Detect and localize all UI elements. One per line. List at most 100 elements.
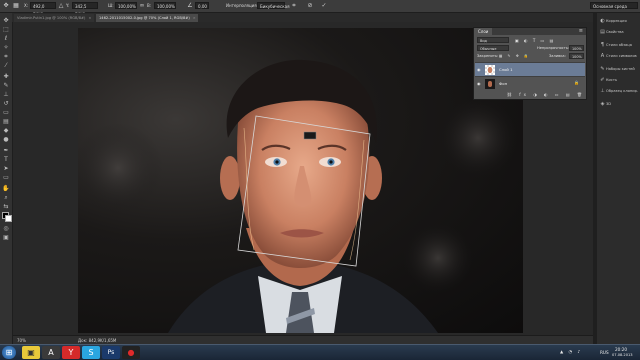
tray-icons[interactable]: ▲ ◔ ♪: [560, 349, 582, 354]
panel-menu-icon[interactable]: ≡: [579, 28, 583, 35]
link-icon[interactable]: △: [57, 2, 65, 10]
interpolation-label: Интерполяция:: [226, 3, 259, 8]
panel-3d[interactable]: ◈ 3D: [599, 100, 640, 109]
tools-panel: ✥ ⬚ ℓ ✧ ⌗ ⁄ ✚ ✎ ⊥ ↺ ▭ ▤ ◆ ● ✒ T ➤ ▭ ✋ ⌕ …: [0, 13, 13, 344]
healing-brush-tool-icon[interactable]: ✚: [2, 73, 10, 80]
layer-item-1[interactable]: ◉ Слой 1: [475, 62, 585, 76]
yandex-browser-icon[interactable]: Y: [62, 346, 80, 359]
dodge-tool-icon[interactable]: ●: [2, 136, 10, 143]
panel-character-styles[interactable]: A Стили символов: [599, 52, 640, 61]
panel-brush-presets[interactable]: ✎Наборы кистей: [599, 65, 640, 74]
height-label: В:: [147, 3, 152, 8]
width-field[interactable]: 100,00%: [115, 2, 137, 9]
paragraph-styles-icon: ¶: [600, 42, 605, 48]
blend-mode-select[interactable]: Обычные: [477, 45, 509, 51]
blend-row: Обычные Непрозрачность: 100%: [475, 45, 585, 52]
tab-document-1[interactable]: Vladimir-Putin1.jpg @ 100% (RGB/8#) ×: [14, 14, 94, 22]
filter-icons[interactable]: ▣ ◐ T ▭ ▤: [515, 37, 555, 44]
crop-tool-icon[interactable]: ⌗: [2, 53, 10, 60]
pen-tool-icon[interactable]: ✒: [2, 147, 10, 154]
eyedropper-tool-icon[interactable]: ⁄: [2, 62, 10, 69]
x-label: X:: [24, 3, 29, 8]
tab-layers[interactable]: Слои: [474, 28, 493, 35]
marquee-tool-icon[interactable]: ⬚: [2, 26, 10, 33]
chain-icon[interactable]: ∞: [138, 2, 146, 10]
width-label: Ш:: [108, 3, 114, 8]
document-size: Док: 842,9K/1,65M: [78, 338, 117, 343]
clock-time[interactable]: 20:20: [615, 347, 627, 352]
skype-icon[interactable]: S: [82, 346, 100, 359]
lock-icon: 🔒: [574, 80, 579, 85]
magic-wand-tool-icon[interactable]: ✧: [2, 44, 10, 51]
layers-panel: Слои ≡ Вид ▣ ◐ T ▭ ▤ Обычные Непрозрачно…: [473, 27, 587, 100]
document-canvas[interactable]: [78, 28, 523, 333]
visibility-eye-icon[interactable]: ◉: [477, 67, 483, 72]
commit-transform-icon[interactable]: ✓: [320, 2, 328, 10]
lock-label: Закрепить:: [477, 54, 499, 58]
panel-label: Образец клонир.: [606, 89, 639, 93]
panel-label: Свойства: [606, 30, 624, 34]
3d-icon: ◈: [600, 101, 605, 107]
background-color-swatch[interactable]: [5, 215, 12, 222]
warp-mode-icon[interactable]: ⌗: [290, 2, 298, 10]
windows-taskbar: ⊞ ▣ A Y S Ps ● ▲ ◔ ♪ RUS 20:20 07.08.201…: [0, 344, 640, 360]
y-label: Y:: [66, 3, 70, 8]
layers-panel-footer[interactable]: ⛓ fx ◑ ◐ ▭ ▤ 🗑: [475, 91, 585, 98]
panel-label: Стили символов: [606, 54, 637, 58]
file-explorer-icon[interactable]: ▣: [22, 346, 40, 359]
reference-point-icon[interactable]: ▦: [12, 2, 20, 10]
clock-date[interactable]: 07.08.2013: [612, 353, 633, 358]
language-indicator[interactable]: RUS: [600, 350, 609, 355]
screen-mode-icon[interactable]: ▣: [2, 234, 10, 241]
zoom-tool-icon[interactable]: ⌕: [2, 194, 10, 201]
move-tool-icon[interactable]: ✥: [2, 17, 10, 24]
lock-icons[interactable]: ▦ ✎ ✥ 🔒: [499, 53, 530, 60]
close-icon[interactable]: ×: [193, 16, 196, 20]
layer-item-background[interactable]: ◉ Фон 🔒: [475, 76, 585, 90]
photoshop-taskbar-icon[interactable]: Ps: [102, 346, 120, 359]
fill-field[interactable]: 100%: [569, 53, 584, 59]
panel-label: Кисть: [606, 78, 618, 82]
swap-colors-icon[interactable]: ⇆: [2, 203, 10, 210]
close-icon[interactable]: ×: [88, 16, 91, 20]
panel-label: Стили абзаца: [606, 43, 632, 47]
lasso-tool-icon[interactable]: ℓ: [2, 35, 10, 42]
panel-adjustments[interactable]: ◐Коррекция: [599, 17, 640, 26]
blur-tool-icon[interactable]: ◆: [2, 127, 10, 134]
panel-properties[interactable]: ▤Свойства: [599, 28, 640, 37]
hand-tool-icon[interactable]: ✋: [2, 185, 10, 192]
zoom-level[interactable]: 70%: [17, 337, 26, 344]
angle-field[interactable]: 0,00: [195, 2, 209, 9]
record-app-icon[interactable]: ●: [122, 346, 140, 359]
y-position-field[interactable]: 342,5 пикс: [72, 2, 98, 16]
quick-mask-icon[interactable]: ◎: [2, 225, 10, 232]
visibility-eye-icon[interactable]: ◉: [477, 81, 483, 86]
filter-kind-select[interactable]: Вид: [477, 37, 509, 43]
portrait-photo: [78, 59, 518, 333]
eraser-tool-icon[interactable]: ▭: [2, 109, 10, 116]
options-bar: ✥ ▦ X: 492,0 пикс △ Y: 342,5 пикс Ш: 100…: [0, 0, 640, 16]
opacity-field[interactable]: 100%: [569, 45, 584, 51]
layer-thumbnail: [485, 65, 495, 75]
start-button[interactable]: ⊞: [2, 346, 16, 359]
panel-brush[interactable]: ✐Кисть: [599, 76, 640, 85]
history-brush-tool-icon[interactable]: ↺: [2, 100, 10, 107]
x-position-field[interactable]: 492,0 пикс: [30, 2, 56, 16]
font-app-icon[interactable]: A: [42, 346, 60, 359]
panel-clone-source[interactable]: ⊥Образец клонир.: [599, 87, 640, 96]
cancel-transform-icon[interactable]: ⊘: [306, 2, 314, 10]
gradient-tool-icon[interactable]: ▤: [2, 118, 10, 125]
tab-document-2[interactable]: 1462-2011015002-0.jpg @ 70% (Слой 1, RGB…: [96, 14, 198, 22]
clone-stamp-tool-icon[interactable]: ⊥: [2, 91, 10, 98]
type-tool-icon[interactable]: T: [2, 156, 10, 163]
workspace-select[interactable]: Основная среда: [590, 2, 638, 9]
interpolation-select[interactable]: Бикубическая: [257, 2, 290, 9]
brush-tool-icon[interactable]: ✎: [2, 82, 10, 89]
tab-label: Vladimir-Putin1.jpg @ 100% (RGB/8#): [17, 16, 86, 20]
path-selection-tool-icon[interactable]: ➤: [2, 165, 10, 172]
height-field[interactable]: 100,00%: [154, 2, 176, 9]
rectangle-tool-icon[interactable]: ▭: [2, 174, 10, 181]
move-tool-icon[interactable]: ✥: [2, 2, 10, 10]
panel-paragraph-styles[interactable]: ¶ Стили абзаца: [599, 41, 640, 50]
tab-label: 1462-2011015002-0.jpg @ 70% (Слой 1, RGB…: [99, 16, 190, 20]
